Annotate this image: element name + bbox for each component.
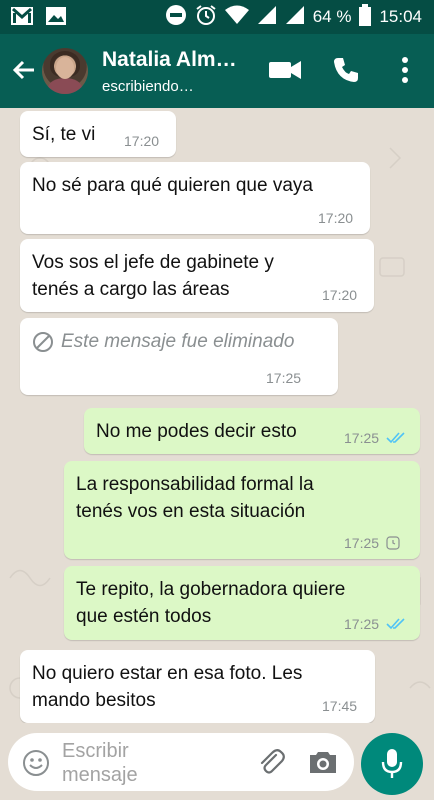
placeholder-line: Escribir — [62, 740, 129, 762]
gallery-icon — [44, 5, 68, 32]
message-text: Este mensaje fue eliminado — [61, 331, 295, 352]
message-time: 17:25 — [344, 616, 380, 632]
message-time: 17:20 — [322, 287, 358, 303]
message-text-block: Te repito, la gobernadora quiere que est… — [76, 576, 345, 630]
read-ticks-icon — [386, 429, 406, 451]
video-call-icon[interactable] — [268, 56, 302, 89]
message-line: No quiero estar en esa foto. Les — [32, 663, 303, 684]
phone-icon[interactable] — [332, 56, 360, 89]
alarm-icon — [195, 4, 217, 31]
message-line: mando besitos — [32, 690, 156, 711]
message-text: Sí, te vi — [32, 124, 96, 145]
voice-record-button[interactable] — [361, 733, 423, 795]
message-line: Vos sos el jefe de gabinete y — [32, 252, 274, 273]
signal-icon — [257, 5, 277, 30]
message-time: 17:45 — [322, 698, 358, 714]
message-bubble-outgoing[interactable]: Te repito, la gobernadora quiere que est… — [64, 566, 420, 640]
message-text: No me podes decir esto — [96, 421, 297, 442]
mic-icon — [381, 748, 403, 785]
status-bar: 64 % 15:04 — [0, 0, 434, 34]
back-arrow-icon[interactable] — [10, 56, 38, 84]
chat-area[interactable]: Sí, te vi 17:20 No sé para qué quieren q… — [0, 108, 434, 723]
message-time: 17:20 — [318, 210, 354, 226]
emoji-icon[interactable] — [22, 749, 50, 782]
gmail-icon — [10, 5, 34, 32]
message-line: que estén todos — [76, 606, 212, 627]
signal-icon — [285, 5, 305, 30]
contact-status: escribiendo… — [102, 78, 194, 95]
message-text: No sé para qué quieren que vaya — [32, 175, 313, 196]
wifi-icon — [224, 5, 249, 30]
avatar[interactable] — [42, 48, 88, 94]
more-vert-icon[interactable] — [400, 56, 410, 89]
chat-header: Natalia Alm… escribiendo… — [0, 34, 434, 108]
message-bubble-outgoing[interactable]: No me podes decir esto 17:25 — [84, 408, 420, 454]
message-line: tenés a cargo las áreas — [32, 279, 230, 300]
message-bubble-incoming[interactable]: No sé para qué quieren que vaya 17:20 — [20, 162, 370, 234]
battery-icon — [359, 3, 372, 31]
camera-icon[interactable] — [308, 749, 338, 780]
message-time: 17:25 — [344, 535, 380, 551]
read-ticks-icon — [386, 615, 406, 637]
pending-clock-icon — [386, 534, 400, 556]
deleted-icon — [32, 331, 54, 359]
placeholder-line: mensaje — [62, 764, 138, 786]
message-input[interactable]: Escribir mensaje — [8, 733, 354, 791]
message-text-block: Vos sos el jefe de gabinete y tenés a ca… — [32, 249, 274, 303]
message-text-block: No quiero estar en esa foto. Les mando b… — [32, 660, 302, 714]
message-line: La responsabilidad formal la — [76, 474, 314, 495]
battery-percent: 64 % — [312, 7, 352, 26]
message-line: Te repito, la gobernadora quiere — [76, 579, 346, 600]
status-time: 15:04 — [379, 7, 422, 26]
message-text-block: La responsabilidad formal la tenés vos e… — [76, 471, 314, 525]
message-placeholder[interactable]: Escribir mensaje — [62, 739, 138, 787]
message-bubble-deleted[interactable]: Este mensaje fue eliminado 17:25 — [20, 318, 338, 395]
message-bubble-incoming[interactable]: Sí, te vi 17:20 — [20, 111, 176, 157]
message-bubble-outgoing[interactable]: La responsabilidad formal la tenés vos e… — [64, 461, 420, 559]
message-time: 17:25 — [344, 430, 380, 446]
message-time: 17:20 — [124, 133, 160, 149]
contact-name[interactable]: Natalia Alm… — [102, 48, 237, 72]
dnd-icon — [165, 4, 187, 31]
message-bubble-incoming[interactable]: Vos sos el jefe de gabinete y tenés a ca… — [20, 239, 374, 312]
message-bubble-incoming[interactable]: No quiero estar en esa foto. Les mando b… — [20, 650, 375, 723]
message-time: 17:25 — [266, 370, 302, 386]
message-line: tenés vos en esta situación — [76, 501, 306, 522]
attach-icon[interactable] — [256, 747, 286, 782]
